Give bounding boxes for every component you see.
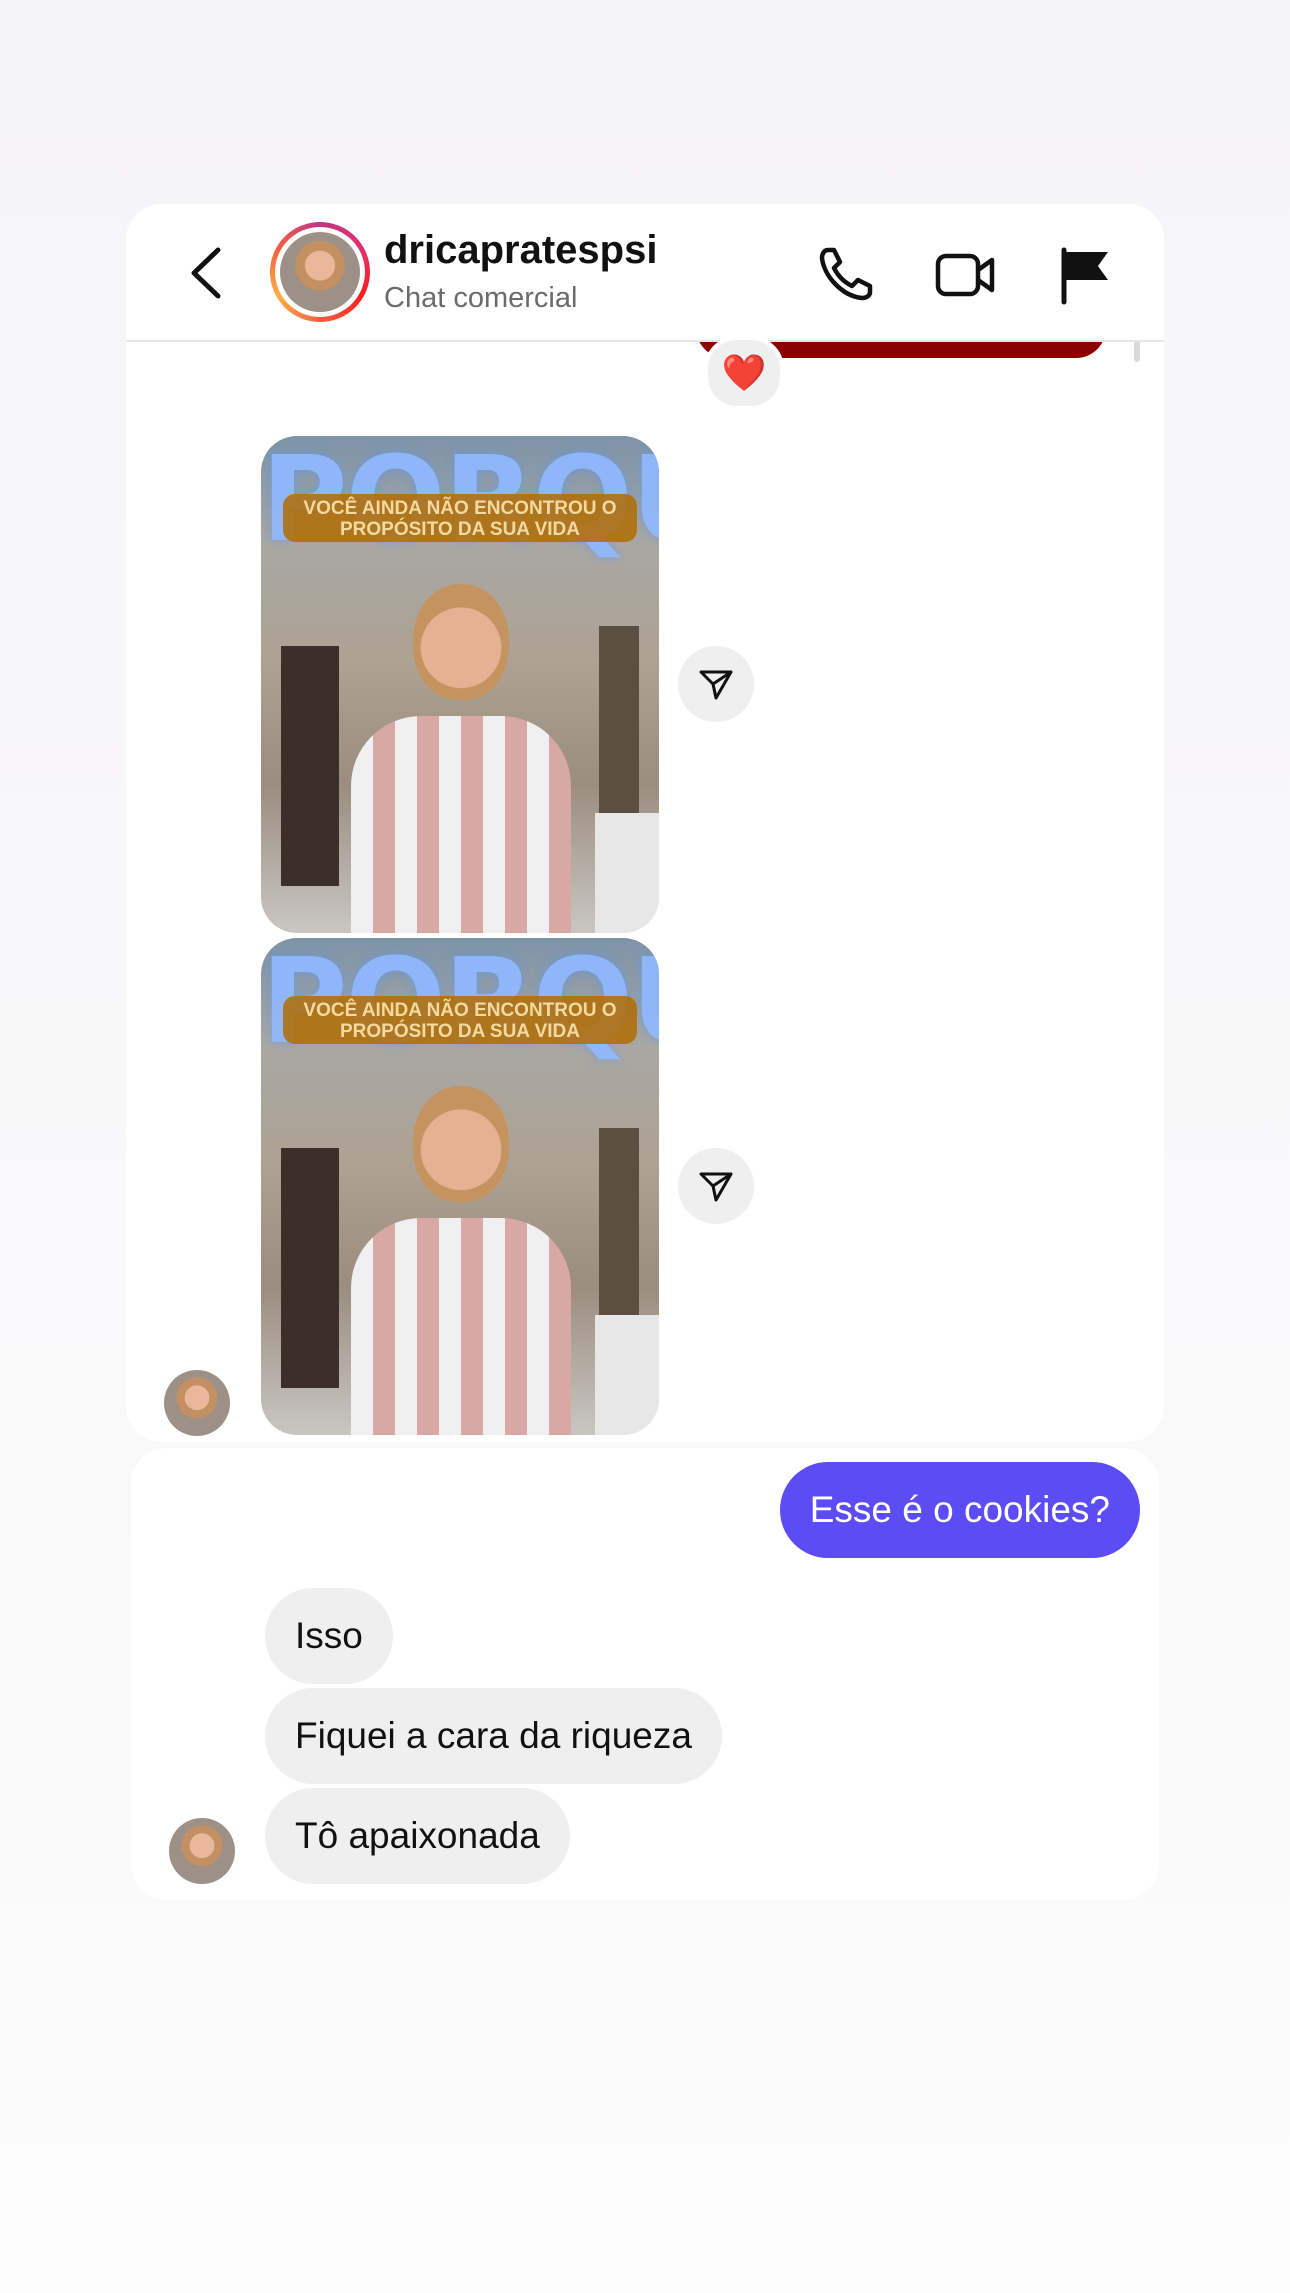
- sender-avatar[interactable]: [164, 1370, 230, 1436]
- chat-header: dricapratespsi Chat comercial: [126, 204, 1164, 342]
- video-call-icon[interactable]: [934, 242, 998, 306]
- back-chevron-icon[interactable]: [184, 244, 230, 302]
- share-button[interactable]: [678, 1148, 754, 1224]
- phone-call-icon[interactable]: [814, 242, 878, 306]
- sent-message-bubble[interactable]: Esse é o cookies?: [779, 1462, 1140, 1558]
- flag-report-icon[interactable]: [1054, 242, 1118, 306]
- share-button[interactable]: [678, 646, 754, 722]
- reel-overlay-banner: VOCÊ AINDA NÃO ENCONTROU O PROPÓSITO DA …: [283, 494, 637, 542]
- profile-avatar[interactable]: [270, 222, 370, 322]
- chat-thread-card: dricapratespsi Chat comercial ❤️ PORQUE …: [126, 204, 1164, 1442]
- shared-reel-thumbnail[interactable]: PORQUE VOCÊ AINDA NÃO ENCONTROU O PROPÓS…: [261, 938, 659, 1435]
- send-paper-plane-icon: [699, 1172, 733, 1202]
- received-message-bubble[interactable]: Fiquei a cara da riqueza: [265, 1688, 722, 1784]
- reel-overlay-banner: VOCÊ AINDA NÃO ENCONTROU O PROPÓSITO DA …: [283, 996, 637, 1044]
- scrollbar[interactable]: [1134, 340, 1140, 362]
- sender-avatar[interactable]: [169, 1818, 235, 1884]
- received-message-bubble[interactable]: Isso: [265, 1588, 393, 1684]
- chat-messages-card: Esse é o cookies? Isso Fiquei a cara da …: [131, 1448, 1159, 1900]
- chat-username[interactable]: dricapratespsi: [384, 228, 657, 273]
- avatar-photo: [280, 232, 360, 312]
- received-message-bubble[interactable]: Tô apaixonada: [265, 1788, 570, 1884]
- chat-subtitle: Chat comercial: [384, 282, 578, 314]
- shared-reel-thumbnail[interactable]: PORQUE VOCÊ AINDA NÃO ENCONTROU O PROPÓS…: [261, 436, 659, 933]
- heart-reaction[interactable]: ❤️: [704, 336, 784, 410]
- send-paper-plane-icon: [699, 670, 733, 700]
